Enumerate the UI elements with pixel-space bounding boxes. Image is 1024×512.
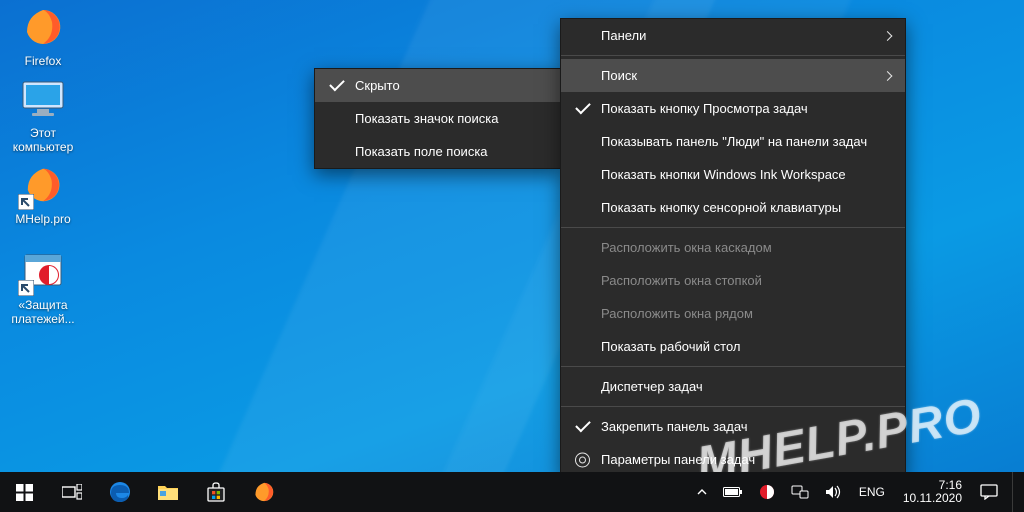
desktop-icon-label: «Защита платежей...: [4, 298, 82, 326]
menu-item-label: Скрыто: [355, 78, 400, 93]
task-view-button[interactable]: [48, 472, 96, 512]
taskbar-explorer[interactable]: [144, 472, 192, 512]
menu-item-label: Расположить окна рядом: [601, 306, 753, 321]
tray-chevron-up[interactable]: [693, 472, 711, 512]
taskbar-context-menu: Панели Поиск Показать кнопку Просмотра з…: [560, 18, 906, 477]
tray-battery[interactable]: [719, 472, 747, 512]
menu-item-task-manager[interactable]: Диспетчер задач: [561, 370, 905, 403]
menu-item-label: Показать кнопку сенсорной клавиатуры: [601, 200, 841, 215]
menu-item-label: Показывать панель "Люди" на панели задач: [601, 134, 867, 149]
store-icon: [205, 481, 227, 503]
menu-item-label: Показать рабочий стол: [601, 339, 740, 354]
desktop-icon-label: Этот компьютер: [4, 126, 82, 154]
menu-item-cascade[interactable]: Расположить окна каскадом: [561, 231, 905, 264]
submenu-item-show-field[interactable]: Показать поле поиска: [315, 135, 560, 168]
security-tray-icon: [759, 484, 775, 500]
tray-network[interactable]: [787, 472, 813, 512]
task-view-icon: [62, 484, 82, 500]
tray-clock[interactable]: 7:16 10.11.2020: [897, 479, 968, 505]
menu-item-label: Параметры панели задач: [601, 452, 755, 467]
action-center-icon: [980, 484, 998, 500]
firefox-icon: [252, 480, 276, 504]
battery-icon: [723, 486, 743, 498]
taskbar-store[interactable]: [192, 472, 240, 512]
menu-item-label: Показать кнопку Просмотра задач: [601, 101, 808, 116]
menu-item-label: Поиск: [601, 68, 637, 83]
taskbar-edge[interactable]: [96, 472, 144, 512]
tray-volume[interactable]: [821, 472, 847, 512]
submenu-item-show-icon[interactable]: Показать значок поиска: [315, 102, 560, 135]
menu-item-lock-taskbar[interactable]: Закрепить панель задач: [561, 410, 905, 443]
desktop[interactable]: Firefox Этот компьютер MHelp.pro: [0, 0, 1024, 512]
windows-logo-icon: [16, 484, 33, 501]
menu-item-label: Расположить окна каскадом: [601, 240, 772, 255]
taskbar[interactable]: ENG 7:16 10.11.2020: [0, 472, 1024, 512]
tray-language[interactable]: ENG: [855, 472, 889, 512]
menu-item-label: Закрепить панель задач: [601, 419, 748, 434]
tray-date: 10.11.2020: [903, 492, 962, 505]
menu-separator: [561, 366, 905, 367]
desktop-icon-payments[interactable]: «Защита платежей...: [4, 248, 82, 326]
start-button[interactable]: [0, 472, 48, 512]
system-tray: ENG 7:16 10.11.2020: [689, 472, 1024, 512]
menu-item-ink[interactable]: Показать кнопки Windows Ink Workspace: [561, 158, 905, 191]
monitor-icon: [20, 76, 66, 122]
menu-item-label: Диспетчер задач: [601, 379, 703, 394]
desktop-icon-firefox[interactable]: Firefox: [4, 4, 82, 68]
context-submenu-search: Скрыто Показать значок поиска Показать п…: [314, 68, 561, 169]
menu-item-touch-kb[interactable]: Показать кнопку сенсорной клавиатуры: [561, 191, 905, 224]
tray-action-center[interactable]: [976, 472, 1002, 512]
firefox-shortcut-icon: [20, 162, 66, 208]
desktop-icon-label: MHelp.pro: [4, 212, 82, 226]
menu-item-label: Расположить окна стопкой: [601, 273, 762, 288]
desktop-icon-this-pc[interactable]: Этот компьютер: [4, 76, 82, 154]
network-icon: [791, 484, 809, 500]
menu-separator: [561, 227, 905, 228]
desktop-icon-mhelp[interactable]: MHelp.pro: [4, 162, 82, 226]
show-desktop-sliver[interactable]: [1012, 472, 1018, 512]
menu-item-people[interactable]: Показывать панель "Люди" на панели задач: [561, 125, 905, 158]
menu-separator: [561, 406, 905, 407]
chevron-up-icon: [697, 487, 707, 497]
folder-icon: [157, 483, 179, 501]
menu-item-show-desktop[interactable]: Показать рабочий стол: [561, 330, 905, 363]
menu-item-label: Показать поле поиска: [355, 144, 488, 159]
security-shortcut-icon: [20, 248, 66, 294]
edge-icon: [108, 480, 132, 504]
menu-item-side[interactable]: Расположить окна рядом: [561, 297, 905, 330]
submenu-item-hidden[interactable]: Скрыто: [315, 69, 560, 102]
tray-security[interactable]: [755, 472, 779, 512]
menu-item-task-view[interactable]: Показать кнопку Просмотра задач: [561, 92, 905, 125]
taskbar-firefox[interactable]: [240, 472, 288, 512]
menu-item-stack[interactable]: Расположить окна стопкой: [561, 264, 905, 297]
desktop-icon-label: Firefox: [4, 54, 82, 68]
menu-item-panels[interactable]: Панели: [561, 19, 905, 52]
volume-icon: [825, 484, 843, 500]
menu-separator: [561, 55, 905, 56]
menu-item-label: Показать кнопки Windows Ink Workspace: [601, 167, 846, 182]
menu-item-label: Показать значок поиска: [355, 111, 499, 126]
menu-item-search[interactable]: Поиск: [561, 59, 905, 92]
menu-item-label: Панели: [601, 28, 646, 43]
firefox-icon: [20, 4, 66, 50]
